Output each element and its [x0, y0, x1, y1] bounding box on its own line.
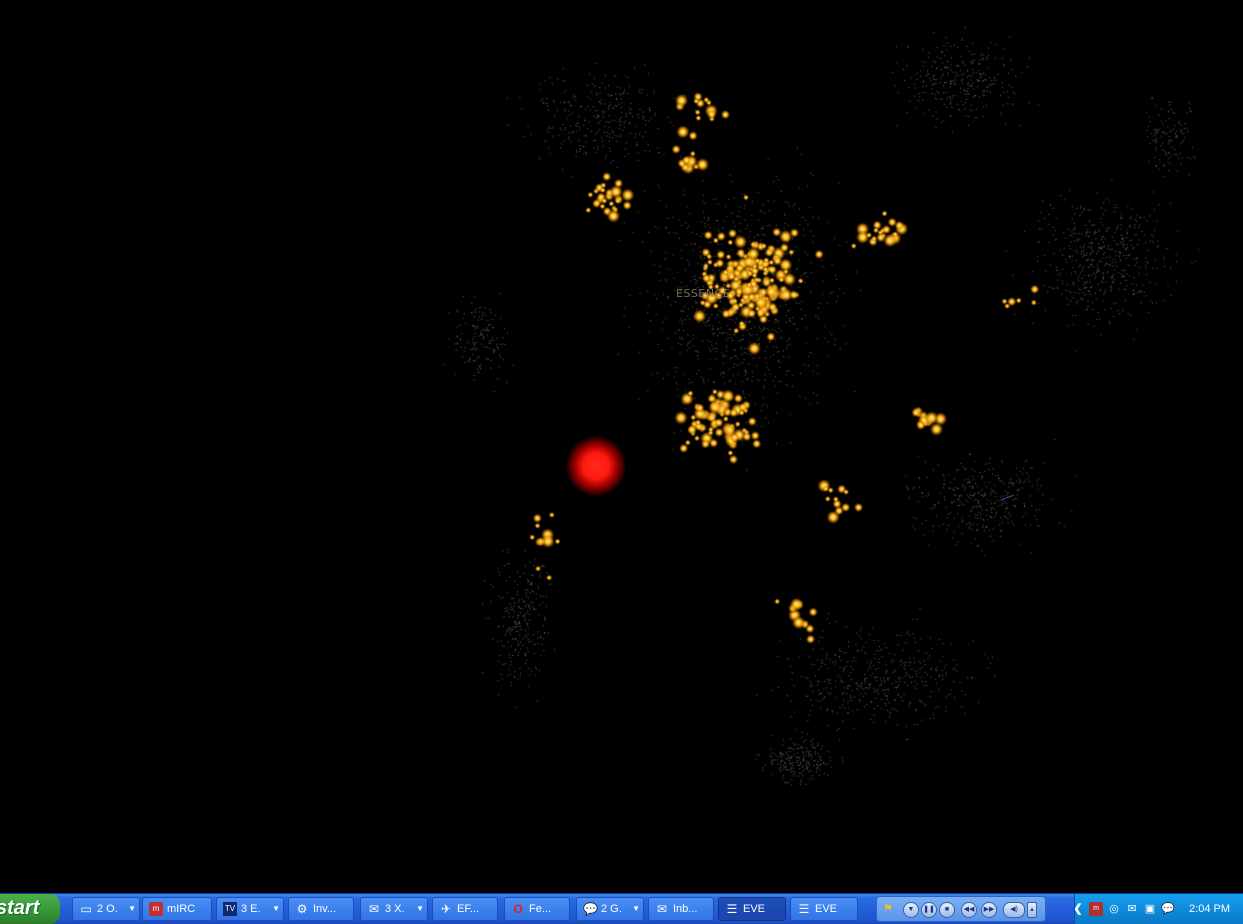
- tv-icon: TV: [223, 902, 237, 916]
- start-button[interactable]: start: [0, 894, 60, 924]
- task-label: 2 G.: [601, 903, 622, 915]
- taskbar-button-group-1[interactable]: ▭ 2 O. ▼: [72, 897, 140, 921]
- chat-tray-icon[interactable]: 💬: [1161, 902, 1175, 916]
- taskbar-button-inbox[interactable]: ✉ Inb...: [648, 897, 714, 921]
- stop-icon[interactable]: ■: [939, 902, 955, 918]
- mirc-icon: m: [149, 902, 163, 916]
- system-tray: ❮ m ◎ ✉ ▣ 💬 2:04 PM: [1071, 894, 1243, 924]
- task-label: 3 E.: [241, 903, 261, 915]
- gear-icon: ⚙: [296, 902, 308, 916]
- restore-player-icon[interactable]: ▴: [1027, 902, 1037, 918]
- window-group-icon: ▭: [80, 902, 92, 916]
- dropdown-arrow-icon: ▼: [272, 904, 280, 913]
- mailbox-icon: ✉: [656, 902, 668, 916]
- taskbar-button-group-3[interactable]: ✉ 3 X. ▼: [360, 897, 428, 921]
- quick-launch-separator: [60, 894, 68, 924]
- dropdown-arrow-icon: ▼: [632, 904, 640, 913]
- clock[interactable]: 2:04 PM: [1189, 894, 1230, 924]
- next-icon[interactable]: ▶▶: [981, 902, 997, 918]
- previous-icon[interactable]: ◀◀: [961, 902, 977, 918]
- chat-bubble-icon: 💬: [583, 902, 598, 916]
- taskbar-button-eve-2[interactable]: ☰ EVE: [790, 897, 858, 921]
- media-menu-icon[interactable]: ▼: [903, 902, 919, 918]
- task-label: mIRC: [167, 903, 196, 915]
- dropdown-arrow-icon: ▼: [128, 904, 136, 913]
- eve-icon: ☰: [798, 902, 810, 916]
- opera-icon: O: [513, 902, 523, 916]
- eve-icon: ☰: [726, 902, 738, 916]
- satellite-icon: ✈: [440, 902, 452, 916]
- region-label: ESSENCE: [676, 287, 731, 300]
- task-label: 2 O.: [97, 903, 118, 915]
- location-marker[interactable]: [566, 436, 626, 496]
- network-icon[interactable]: ▣: [1143, 902, 1157, 916]
- volume-icon[interactable]: ◀): [1003, 902, 1025, 918]
- tray-expand-icon[interactable]: ❮: [1071, 902, 1085, 916]
- mirc-tray-icon[interactable]: m: [1089, 902, 1103, 916]
- task-label: Inv...: [313, 903, 337, 915]
- task-label: 3 X.: [385, 903, 405, 915]
- task-label: EF...: [457, 903, 480, 915]
- starmap-canvas[interactable]: [0, 0, 1243, 893]
- task-label: EVE: [815, 903, 838, 915]
- media-player-toolbar: ⚑ ▼ ❚❚ ■ ◀◀ ▶▶ ◀) ▴: [876, 896, 1046, 922]
- mail-icon: ✉: [368, 902, 380, 916]
- taskbar-button-group-4[interactable]: 💬 2 G. ▼: [576, 897, 644, 921]
- headset-icon[interactable]: ◎: [1107, 902, 1121, 916]
- task-label: Fe...: [529, 903, 552, 915]
- windows-logo-icon[interactable]: ⚑: [881, 902, 895, 916]
- taskbar-button-inventory[interactable]: ⚙ Inv...: [288, 897, 354, 921]
- taskbar-button-eve-1[interactable]: ☰ EVE: [718, 897, 786, 921]
- pause-icon[interactable]: ❚❚: [921, 902, 937, 918]
- mail-tray-icon[interactable]: ✉: [1125, 902, 1139, 916]
- task-label: Inb...: [673, 903, 698, 915]
- task-label: EVE: [743, 903, 766, 915]
- taskbar: start ▭ 2 O. ▼ m mIRC TV 3 E. ▼ ⚙ Inv...…: [0, 893, 1243, 924]
- taskbar-button-group-2[interactable]: TV 3 E. ▼: [216, 897, 284, 921]
- taskbar-button-fe[interactable]: O Fe...: [504, 897, 570, 921]
- dropdown-arrow-icon: ▼: [416, 904, 424, 913]
- taskbar-button-ef[interactable]: ✈ EF...: [432, 897, 498, 921]
- taskbar-button-mirc[interactable]: m mIRC: [142, 897, 212, 921]
